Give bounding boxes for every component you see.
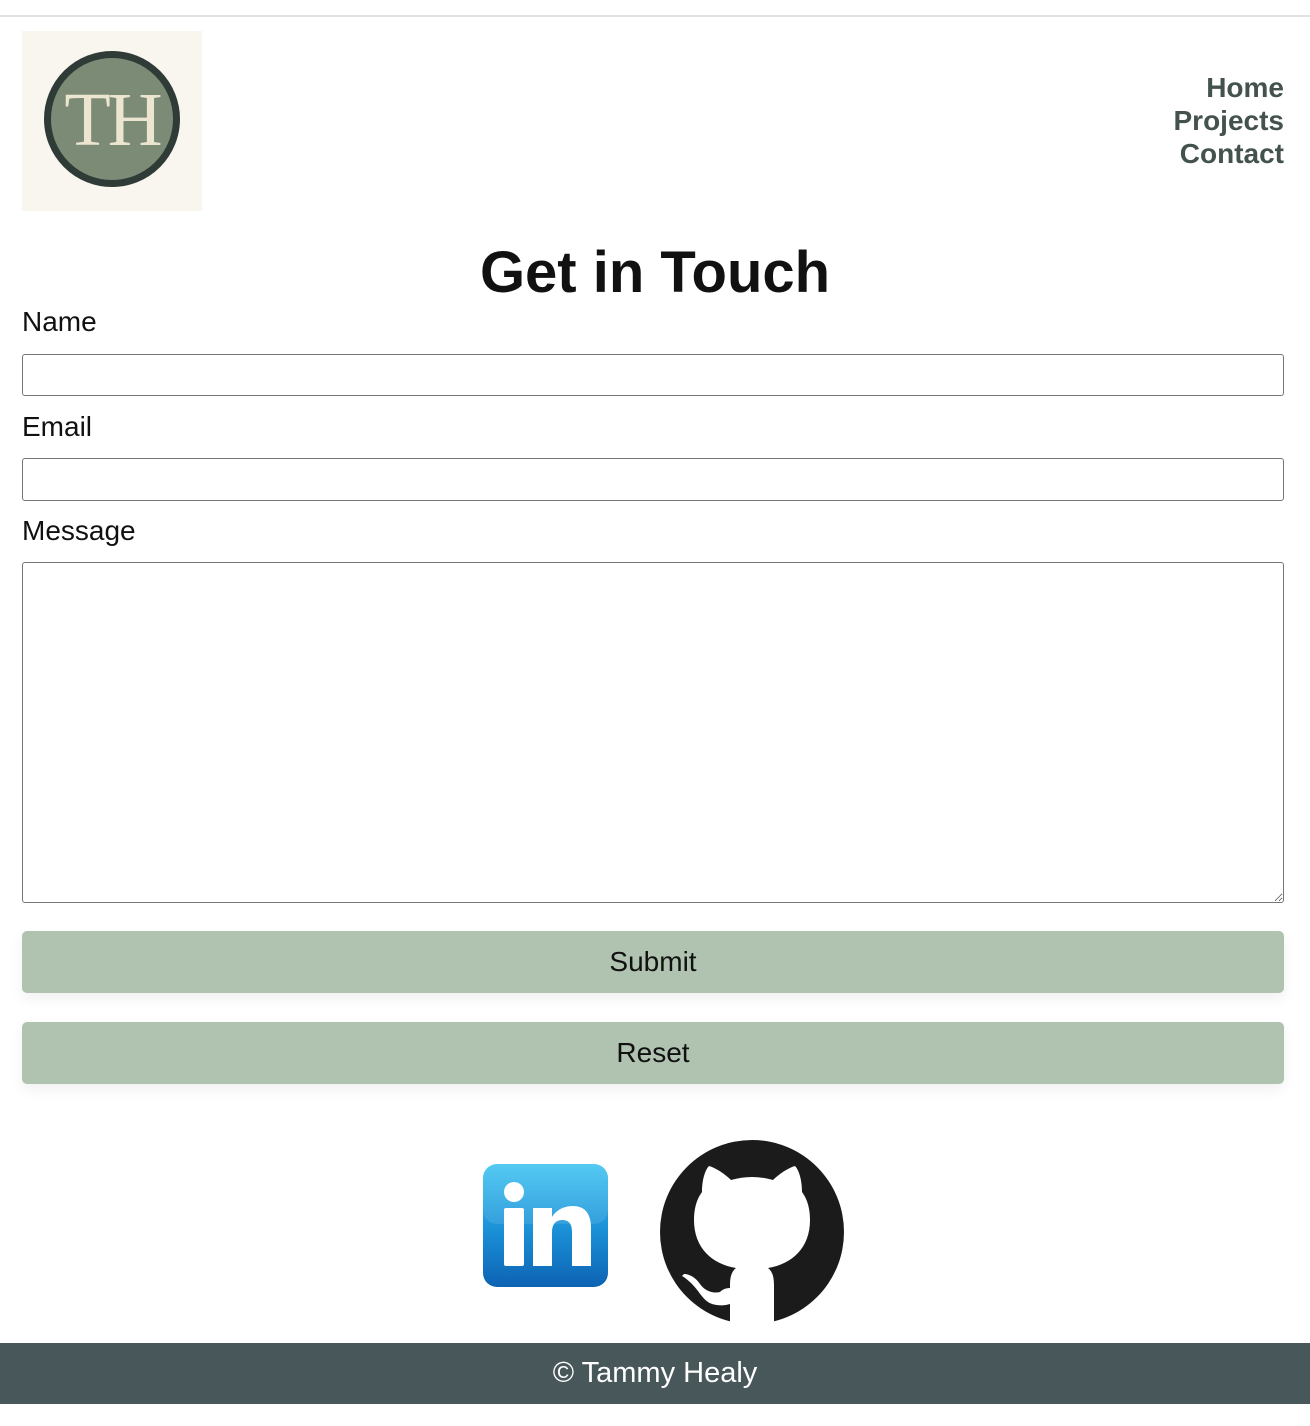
linkedin-icon[interactable] (481, 1162, 610, 1289)
email-label: Email (22, 411, 93, 442)
page-title: Get in Touch (479, 240, 831, 305)
footer-copyright: © Tammy Healy (552, 1357, 758, 1389)
name-label: Name (22, 306, 97, 337)
submit-button[interactable]: Submit (22, 931, 1284, 993)
nav-contact-link[interactable]: Contact (1180, 137, 1284, 170)
logo-circle: TH (44, 51, 180, 187)
email-input[interactable] (22, 458, 1284, 501)
site-footer: © Tammy Healy (0, 1343, 1310, 1404)
nav-home-link[interactable]: Home (1206, 71, 1284, 104)
site-header: TH Home Projects Contact (22, 31, 1284, 211)
message-textarea[interactable] (22, 562, 1284, 903)
main-nav: Home Projects Contact (1174, 71, 1285, 170)
reset-button[interactable]: Reset (22, 1022, 1284, 1084)
logo[interactable]: TH (22, 31, 202, 211)
linkedin-icon-graphic (483, 1164, 608, 1287)
logo-text: TH (64, 78, 162, 162)
top-divider (0, 15, 1310, 17)
name-input[interactable] (22, 354, 1284, 396)
nav-projects-link[interactable]: Projects (1174, 104, 1285, 137)
github-icon-graphic (660, 1140, 844, 1324)
message-label: Message (22, 515, 136, 546)
github-icon[interactable] (658, 1140, 846, 1324)
